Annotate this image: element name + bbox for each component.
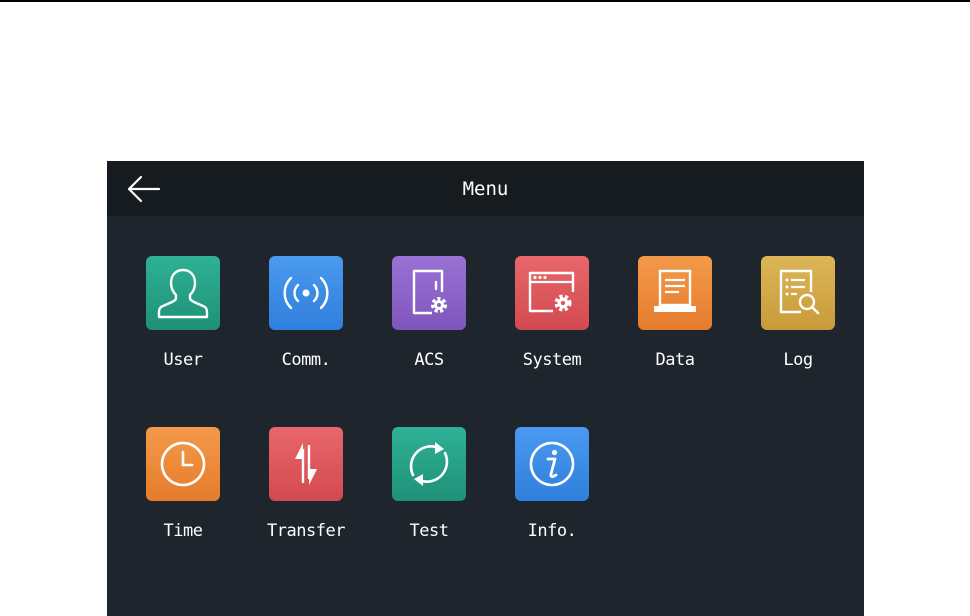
menu-item-label: Data bbox=[655, 350, 695, 370]
menu-item-user[interactable]: User bbox=[128, 256, 238, 386]
menu-item-label: Info. bbox=[527, 521, 577, 541]
menu-item-info[interactable]: Info. bbox=[497, 427, 607, 557]
menu-item-time[interactable]: Time bbox=[128, 427, 238, 557]
title-bar: Menu bbox=[107, 161, 864, 216]
document-tray-icon bbox=[638, 256, 712, 330]
menu-item-system[interactable]: System bbox=[497, 256, 607, 386]
menu-item-transfer[interactable]: Transfer bbox=[251, 427, 361, 557]
transfer-arrows-icon bbox=[269, 427, 343, 501]
clock-icon bbox=[146, 427, 220, 501]
door-settings-icon bbox=[392, 256, 466, 330]
menu-item-label: User bbox=[163, 350, 203, 370]
menu-item-acs[interactable]: ACS bbox=[374, 256, 484, 386]
menu-item-label: ACS bbox=[414, 350, 444, 370]
window-settings-icon bbox=[515, 256, 589, 330]
back-button[interactable] bbox=[123, 171, 165, 207]
menu-item-label: Comm. bbox=[281, 350, 331, 370]
menu-item-label: System bbox=[522, 350, 582, 370]
menu-item-label: Test bbox=[409, 521, 449, 541]
log-search-icon bbox=[761, 256, 835, 330]
menu-item-test[interactable]: Test bbox=[374, 427, 484, 557]
user-icon bbox=[146, 256, 220, 330]
wireless-signal-icon bbox=[269, 256, 343, 330]
menu-item-log[interactable]: Log bbox=[743, 256, 853, 386]
menu-item-label: Transfer bbox=[267, 521, 345, 541]
refresh-cycle-icon bbox=[392, 427, 466, 501]
menu-item-data[interactable]: Data bbox=[620, 256, 730, 386]
info-icon bbox=[515, 427, 589, 501]
arrow-left-icon bbox=[127, 175, 161, 203]
menu-item-label: Time bbox=[163, 521, 203, 541]
page-title: Menu bbox=[462, 178, 509, 200]
top-rule bbox=[0, 0, 970, 2]
menu-item-comm[interactable]: Comm. bbox=[251, 256, 361, 386]
menu-item-label: Log bbox=[783, 350, 813, 370]
device-screen: Menu User Comm. ACS System Data Log Time… bbox=[107, 161, 864, 616]
